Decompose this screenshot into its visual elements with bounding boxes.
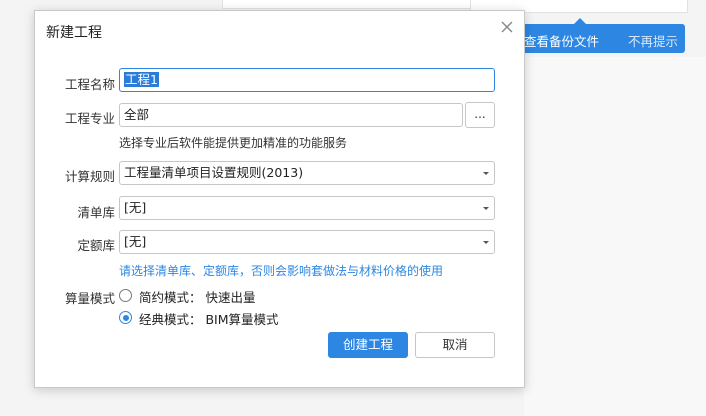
project-name-label: 工程名称 <box>64 77 115 92</box>
bill-library-value: [无] <box>124 200 147 215</box>
project-discipline-value: 全部 <box>124 107 150 122</box>
chevron-down-icon <box>483 172 489 175</box>
radio-button[interactable] <box>119 289 132 302</box>
quota-library-label: 定额库 <box>77 238 115 253</box>
calc-mode-label: 算量模式 <box>64 291 115 306</box>
radio-simple-mode[interactable]: 简约模式： 快速出量 <box>119 287 319 305</box>
quota-library-select[interactable]: [无] <box>119 230 495 254</box>
radio-button-checked[interactable] <box>119 311 132 324</box>
dont-show-again-link[interactable]: 不再提示 <box>628 31 678 50</box>
calc-rules-select[interactable]: 工程量清单项目设置规则(2013) <box>119 161 495 185</box>
project-discipline-field[interactable]: 全部 <box>119 103 463 127</box>
new-project-dialog: 新建工程 工程名称 工程1 工程专业 全部 ... 选择专业后软件能提供更加精准… <box>34 10 525 388</box>
bill-library-select[interactable]: [无] <box>119 196 495 220</box>
browse-discipline-button[interactable]: ... <box>465 102 495 128</box>
background-area <box>524 57 706 416</box>
radio-classic-label: 经典模式： BIM算量模式 <box>139 312 279 327</box>
close-icon <box>501 21 513 33</box>
bill-library-label: 清单库 <box>77 205 115 220</box>
create-project-button[interactable]: 创建工程 <box>328 332 408 358</box>
chevron-down-icon <box>483 241 489 244</box>
close-button[interactable] <box>498 18 516 36</box>
project-name-input[interactable]: 工程1 <box>119 68 495 92</box>
chevron-down-icon <box>483 207 489 210</box>
dialog-title: 新建工程 <box>46 25 102 41</box>
radio-classic-mode[interactable]: 经典模式： BIM算量模式 <box>119 309 319 327</box>
library-warning: 请选择清单库、定额库，否则会影响套做法与材料价格的使用 <box>119 264 444 278</box>
calc-rules-label: 计算规则 <box>64 169 115 184</box>
view-backup-link[interactable]: 查看备份文件 <box>524 31 599 50</box>
discipline-hint: 选择专业后软件能提供更加精准的功能服务 <box>119 136 348 150</box>
radio-simple-label: 简约模式： 快速出量 <box>139 290 256 305</box>
project-name-value: 工程1 <box>124 72 159 87</box>
calc-rules-value: 工程量清单项目设置规则(2013) <box>124 165 304 180</box>
background-panel <box>222 0 472 9</box>
project-discipline-label: 工程专业 <box>64 111 115 126</box>
quota-library-value: [无] <box>124 234 147 249</box>
cancel-button[interactable]: 取消 <box>415 332 495 358</box>
